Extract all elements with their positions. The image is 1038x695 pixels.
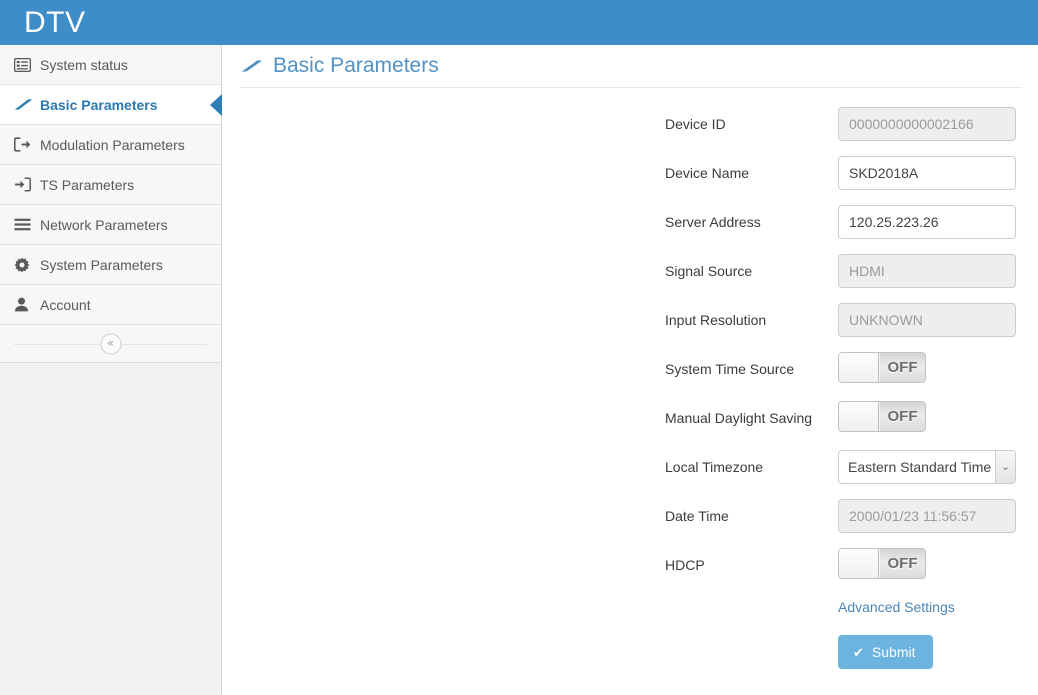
input-device-name[interactable] xyxy=(838,156,1016,190)
form-row-signal-source: Signal Source xyxy=(665,254,1025,303)
eraser-icon xyxy=(14,95,40,115)
label-input-resolution: Input Resolution xyxy=(665,312,767,328)
label-manual-daylight-saving: Manual Daylight Saving xyxy=(665,410,813,426)
control-wrap-hdcp: OFF xyxy=(838,548,926,579)
toggle-knob xyxy=(839,353,879,382)
control-wrap-date-time xyxy=(838,499,1016,533)
bars-icon xyxy=(14,215,40,235)
sidebar-item-label: System status xyxy=(40,56,128,73)
label-hdcp: HDCP xyxy=(665,557,705,573)
sidebar-item-modulation-parameters[interactable]: Modulation Parameters xyxy=(0,125,221,165)
app-brand-logo: DTV xyxy=(24,6,86,39)
toggle-knob xyxy=(839,402,879,431)
form-row-device-id: Device ID xyxy=(665,107,1025,156)
sidebar-item-account[interactable]: Account xyxy=(0,285,221,325)
sidebar-item-label: Modulation Parameters xyxy=(40,136,185,153)
select-wrap-local-timezone: Eastern Standard Time ⌄ xyxy=(838,450,1016,484)
label-signal-source: Signal Source xyxy=(665,263,753,279)
toggle-state-label: OFF xyxy=(880,402,925,431)
basic-parameters-form: Device ID Device Name Server Address Signal… xyxy=(665,107,1025,681)
toggle-system-time-source[interactable]: OFF xyxy=(838,352,926,383)
submit-row: ✔ Submit xyxy=(665,635,1025,681)
toggle-hdcp[interactable]: OFF xyxy=(838,548,926,579)
sidebar-item-ts-parameters[interactable]: TS Parameters xyxy=(0,165,221,205)
control-wrap-input-resolution xyxy=(838,303,1016,337)
sidebar: System status Basic Parameters Modulation … xyxy=(0,45,222,695)
advanced-settings-row: Advanced Settings xyxy=(665,597,1025,635)
form-row-hdcp: HDCP OFF xyxy=(665,548,1025,597)
sidebar-item-label: TS Parameters xyxy=(40,176,135,193)
label-device-id: Device ID xyxy=(665,116,726,132)
control-wrap-local-timezone: Eastern Standard Time ⌄ xyxy=(838,450,1016,484)
sidebar-item-label: Account xyxy=(40,296,91,313)
input-device-id xyxy=(838,107,1016,141)
form-row-system-time-source: System Time Source OFF xyxy=(665,352,1025,401)
control-wrap-manual-daylight-saving: OFF xyxy=(838,401,926,432)
sidebar-item-label: Network Parameters xyxy=(40,216,168,233)
control-wrap-system-time-source: OFF xyxy=(838,352,926,383)
sidebar-item-system-parameters[interactable]: System Parameters xyxy=(0,245,221,285)
toggle-manual-daylight-saving[interactable]: OFF xyxy=(838,401,926,432)
list-alt-icon xyxy=(14,55,40,75)
label-date-time: Date Time xyxy=(665,508,729,524)
sign-out-icon xyxy=(14,135,40,155)
label-server-address: Server Address xyxy=(665,214,761,230)
user-icon xyxy=(14,295,40,315)
gear-icon xyxy=(14,255,40,275)
label-local-timezone: Local Timezone xyxy=(665,459,764,475)
sidebar-collapse-button[interactable]: « xyxy=(100,333,121,354)
sidebar-nav-list: System status Basic Parameters Modulation … xyxy=(0,45,222,325)
advanced-settings-link[interactable]: Advanced Settings xyxy=(838,599,955,615)
sidebar-item-system-status[interactable]: System status xyxy=(0,45,221,85)
input-server-address[interactable] xyxy=(838,205,1016,239)
form-row-device-name: Device Name xyxy=(665,156,1025,205)
page-title: Basic Parameters xyxy=(273,54,439,77)
check-icon: ✔ xyxy=(853,644,864,660)
input-input-resolution xyxy=(838,303,1016,337)
sidebar-collapse-row: « xyxy=(0,325,221,363)
main-content: Basic Parameters Device ID Device Name Ser… xyxy=(223,45,1038,695)
toggle-knob xyxy=(839,549,879,578)
select-local-timezone[interactable]: Eastern Standard Time xyxy=(838,450,1016,484)
form-row-manual-daylight-saving: Manual Daylight Saving OFF xyxy=(665,401,1025,450)
input-date-time xyxy=(838,499,1016,533)
control-wrap-server-address xyxy=(838,205,1016,239)
form-row-server-address: Server Address xyxy=(665,205,1025,254)
input-signal-source xyxy=(838,254,1016,288)
top-header-bar: DTV xyxy=(0,0,1038,45)
control-wrap-signal-source xyxy=(838,254,1016,288)
form-row-local-timezone: Local Timezone Eastern Standard Time ⌄ xyxy=(665,450,1025,499)
label-device-name: Device Name xyxy=(665,165,750,181)
label-system-time-source: System Time Source xyxy=(665,361,795,377)
submit-button-label: Submit xyxy=(871,644,916,660)
form-row-date-time: Date Time xyxy=(665,499,1025,548)
submit-button[interactable]: ✔ Submit xyxy=(838,635,934,669)
sidebar-item-label: Basic Parameters xyxy=(40,96,158,113)
sidebar-item-basic-parameters[interactable]: Basic Parameters xyxy=(0,85,222,125)
sidebar-item-label: System Parameters xyxy=(40,256,163,273)
control-wrap-device-name xyxy=(838,156,1016,190)
sidebar-item-network-parameters[interactable]: Network Parameters xyxy=(0,205,221,245)
toggle-state-label: OFF xyxy=(880,549,925,578)
control-wrap-device-id xyxy=(838,107,1016,141)
eraser-icon xyxy=(241,59,263,73)
page-header: Basic Parameters xyxy=(241,45,1022,88)
sign-in-icon xyxy=(14,175,40,195)
form-row-input-resolution: Input Resolution xyxy=(665,303,1025,352)
toggle-state-label: OFF xyxy=(880,353,925,382)
